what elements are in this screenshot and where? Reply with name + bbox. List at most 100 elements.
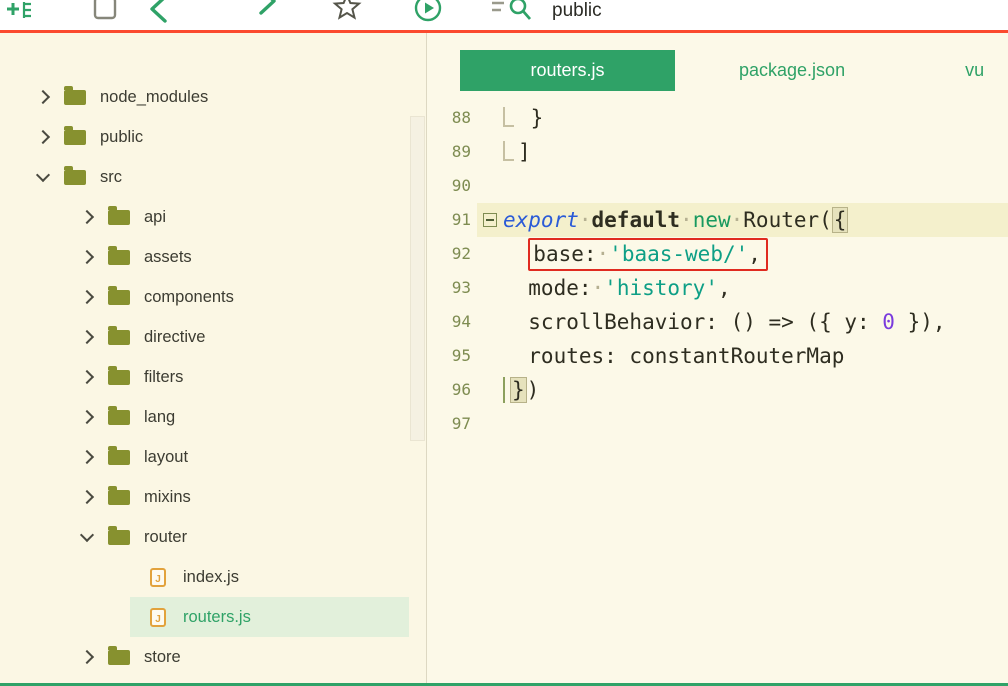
tree-item-node_modules[interactable]: node_modules (0, 77, 426, 117)
line-number: 91 (451, 210, 471, 229)
tree-item-label: lang (144, 407, 176, 426)
search-input[interactable]: public (552, 0, 602, 26)
code-token: ] (518, 140, 531, 164)
folder-icon (108, 525, 130, 545)
tree-item-label: routers.js (183, 607, 251, 626)
tree-item-router[interactable]: router (0, 517, 426, 557)
tree-item-mixins[interactable]: mixins (0, 477, 426, 517)
code-line-96[interactable]: 96}) (427, 373, 1008, 407)
fold-gutter (477, 237, 503, 271)
code-token: base: (533, 242, 597, 266)
fold-gutter (477, 373, 503, 407)
tree-item-directive[interactable]: directive (0, 317, 426, 357)
fold-gutter (477, 305, 503, 339)
code-line-94[interactable]: 94 scrollBehavior: () => ({ y: 0 }), (427, 305, 1008, 339)
folder-icon (64, 85, 86, 105)
code-token: ) (526, 378, 540, 402)
tree-item-lang[interactable]: lang (0, 397, 426, 437)
tree-item-label: router (144, 527, 188, 546)
main-split: node_modulespublic src api assets components… (0, 33, 1008, 683)
chevron-right-icon[interactable] (79, 289, 95, 305)
line-number: 92 (451, 244, 471, 263)
code-area[interactable]: 88 } 89] 90 91 export·default·new·Router({92… (427, 91, 1008, 441)
folder-icon (108, 285, 130, 305)
code-text: base:·'baas-web/', (503, 237, 768, 271)
tree-item-store[interactable]: store (0, 637, 426, 677)
tree-item-components[interactable]: components (0, 277, 426, 317)
js-file-icon: J (150, 567, 166, 587)
code-token: routes: constantRouterMap (503, 344, 845, 368)
editor-tab-bar: routers.js package.json vu (427, 33, 1008, 91)
code-line-91[interactable]: 91 export·default·new·Router({ (427, 203, 1008, 237)
new-file-icon[interactable] (4, 0, 34, 24)
back-icon[interactable] (146, 0, 174, 24)
line-number: 97 (451, 414, 471, 433)
star-icon[interactable] (332, 0, 362, 22)
code-token: new (692, 208, 731, 232)
code-text: scrollBehavior: () => ({ y: 0 }), (503, 305, 945, 339)
code-token: 'baas-web/' (609, 242, 749, 266)
fold-gutter (477, 339, 503, 373)
chevron-right-icon[interactable] (79, 489, 95, 505)
line-number: 94 (451, 312, 471, 331)
code-line-93[interactable]: 93 mode:·'history', (427, 271, 1008, 305)
tree-item-filters[interactable]: filters (0, 357, 426, 397)
line-number: 93 (451, 278, 471, 297)
tree-item-label: index.js (183, 567, 239, 586)
code-line-88[interactable]: 88 } (427, 101, 1008, 135)
folder-icon (108, 485, 130, 505)
tree-item-src[interactable]: src (0, 157, 426, 197)
tree-item-index.js[interactable]: Jindex.js (0, 557, 426, 597)
line-number: 96 (451, 380, 471, 399)
folder-icon (108, 445, 130, 465)
code-line-89[interactable]: 89] (427, 135, 1008, 169)
code-token: , (717, 276, 731, 300)
tab-package.json[interactable]: package.json (739, 50, 845, 91)
tree-item-label: api (144, 207, 167, 226)
toolbar: public (0, 0, 1008, 30)
chevron-right-icon[interactable] (79, 369, 95, 385)
tree-item-api[interactable]: api (0, 197, 426, 237)
chevron-right-icon[interactable] (35, 89, 51, 105)
chevron-right-icon[interactable] (35, 129, 51, 145)
code-line-97[interactable]: 97 (427, 407, 1008, 441)
code-text: export·default·new·Router({ (503, 203, 849, 237)
code-token: Router( (743, 208, 832, 232)
chevron-right-icon[interactable] (79, 449, 95, 465)
folder-icon (108, 645, 130, 665)
sidebar-scrollbar-thumb[interactable] (410, 116, 425, 441)
chevron-right-icon[interactable] (79, 329, 95, 345)
code-token: default (591, 208, 681, 232)
code-line-92[interactable]: 92 base:·'baas-web/', (427, 237, 1008, 271)
tree-item-label: layout (144, 447, 189, 466)
run-icon[interactable] (412, 0, 444, 24)
tree-item-label: node_modules (100, 87, 209, 106)
tree-item-assets[interactable]: assets (0, 237, 426, 277)
tree-item-public[interactable]: public (0, 117, 426, 157)
tree-item-layout[interactable]: layout (0, 437, 426, 477)
tree-item-label: components (144, 287, 234, 306)
window-icon[interactable] (92, 0, 118, 21)
forward-icon[interactable] (252, 0, 280, 16)
fold-collapse-icon[interactable] (483, 213, 497, 227)
code-line-90[interactable]: 90 (427, 169, 1008, 203)
file-tree: node_modulespublic src api assets components… (0, 77, 426, 677)
chevron-down-icon[interactable] (79, 527, 95, 543)
code-token: } (518, 106, 544, 130)
search-icon[interactable] (490, 0, 534, 23)
code-token: 0 (882, 310, 895, 334)
tree-item-label: mixins (144, 487, 191, 506)
code-token: 'history' (604, 276, 718, 300)
chevron-right-icon[interactable] (79, 649, 95, 665)
tree-item-routers.js[interactable]: Jrouters.js (0, 597, 426, 637)
folder-icon (108, 245, 130, 265)
tab-routers.js[interactable]: routers.js (460, 50, 675, 91)
chevron-right-icon[interactable] (79, 409, 95, 425)
code-line-95[interactable]: 95 routes: constantRouterMap (427, 339, 1008, 373)
chevron-right-icon[interactable] (79, 209, 95, 225)
tab-vu[interactable]: vu (965, 50, 984, 91)
chevron-right-icon[interactable] (79, 249, 95, 265)
chevron-down-icon[interactable] (35, 167, 51, 183)
folder-icon (108, 325, 130, 345)
line-number: 89 (451, 142, 471, 161)
